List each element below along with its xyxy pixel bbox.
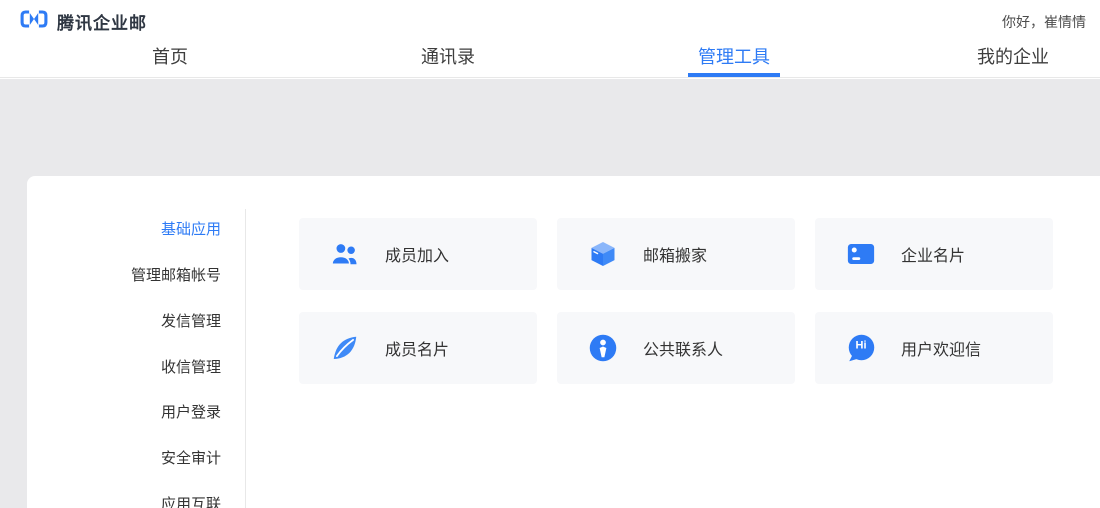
sidebar-item-user-login[interactable]: 用户登录	[161, 405, 221, 421]
exmail-admin-screen: 腾讯企业邮 你好，崔情情 首页 通讯录 管理工具 我的企业 基础应用 管理邮箱帐…	[0, 0, 1100, 508]
members-join-icon	[330, 239, 360, 269]
public-contacts-icon	[588, 333, 618, 363]
content-panel: 基础应用 管理邮箱帐号 发信管理 收信管理 用户登录 安全审计 应用互联 系统日…	[27, 176, 1100, 508]
company-card-icon	[846, 239, 876, 269]
card-member-card[interactable]: 成员名片	[299, 312, 537, 384]
logo-text: 腾讯企业邮	[57, 9, 147, 34]
sidebar: 基础应用 管理邮箱帐号 发信管理 收信管理 用户登录 安全审计 应用互联 系统日…	[27, 176, 245, 508]
card-label: 企业名片	[901, 242, 965, 266]
sidebar-item-security-audit[interactable]: 安全审计	[161, 451, 221, 467]
card-members-join[interactable]: 成员加入	[299, 218, 537, 290]
sidebar-item-incoming-mail[interactable]: 收信管理	[161, 360, 221, 376]
sidebar-item-manage-accounts[interactable]: 管理邮箱帐号	[131, 268, 221, 284]
card-label: 邮箱搬家	[643, 242, 707, 266]
tab-admin-tools[interactable]: 管理工具	[698, 40, 770, 77]
page-background: 基础应用 管理邮箱帐号 发信管理 收信管理 用户登录 安全审计 应用互联 系统日…	[0, 79, 1100, 508]
main-nav: 首页 通讯录 管理工具 我的企业	[0, 40, 1100, 78]
sidebar-item-app-integration[interactable]: 应用互联	[161, 497, 221, 508]
mailbox-move-icon	[588, 239, 618, 269]
tab-home[interactable]: 首页	[152, 40, 188, 77]
card-label: 成员加入	[385, 242, 449, 266]
card-company-card[interactable]: 企业名片	[815, 218, 1053, 290]
sidebar-divider	[245, 209, 246, 508]
card-label: 成员名片	[385, 336, 449, 360]
sidebar-item-outgoing-mail[interactable]: 发信管理	[161, 314, 221, 330]
user-greeting: 你好，崔情情	[1002, 12, 1086, 32]
top-bar: 腾讯企业邮 你好，崔情情	[0, 0, 1100, 40]
member-card-icon	[330, 333, 360, 363]
card-label: 用户欢迎信	[901, 336, 981, 360]
card-mailbox-move[interactable]: 邮箱搬家	[557, 218, 795, 290]
sidebar-item-basic-apps[interactable]: 基础应用	[161, 222, 221, 238]
exmail-logo-icon	[20, 8, 48, 35]
welcome-letter-icon: Hi	[846, 333, 876, 363]
hi-badge-text: Hi	[856, 341, 867, 352]
card-public-contacts[interactable]: 公共联系人	[557, 312, 795, 384]
logo[interactable]: 腾讯企业邮	[20, 8, 147, 35]
tab-contacts[interactable]: 通讯录	[421, 40, 475, 77]
card-welcome-letter[interactable]: Hi 用户欢迎信	[815, 312, 1053, 384]
tab-my-company[interactable]: 我的企业	[977, 40, 1049, 77]
card-label: 公共联系人	[643, 336, 723, 360]
